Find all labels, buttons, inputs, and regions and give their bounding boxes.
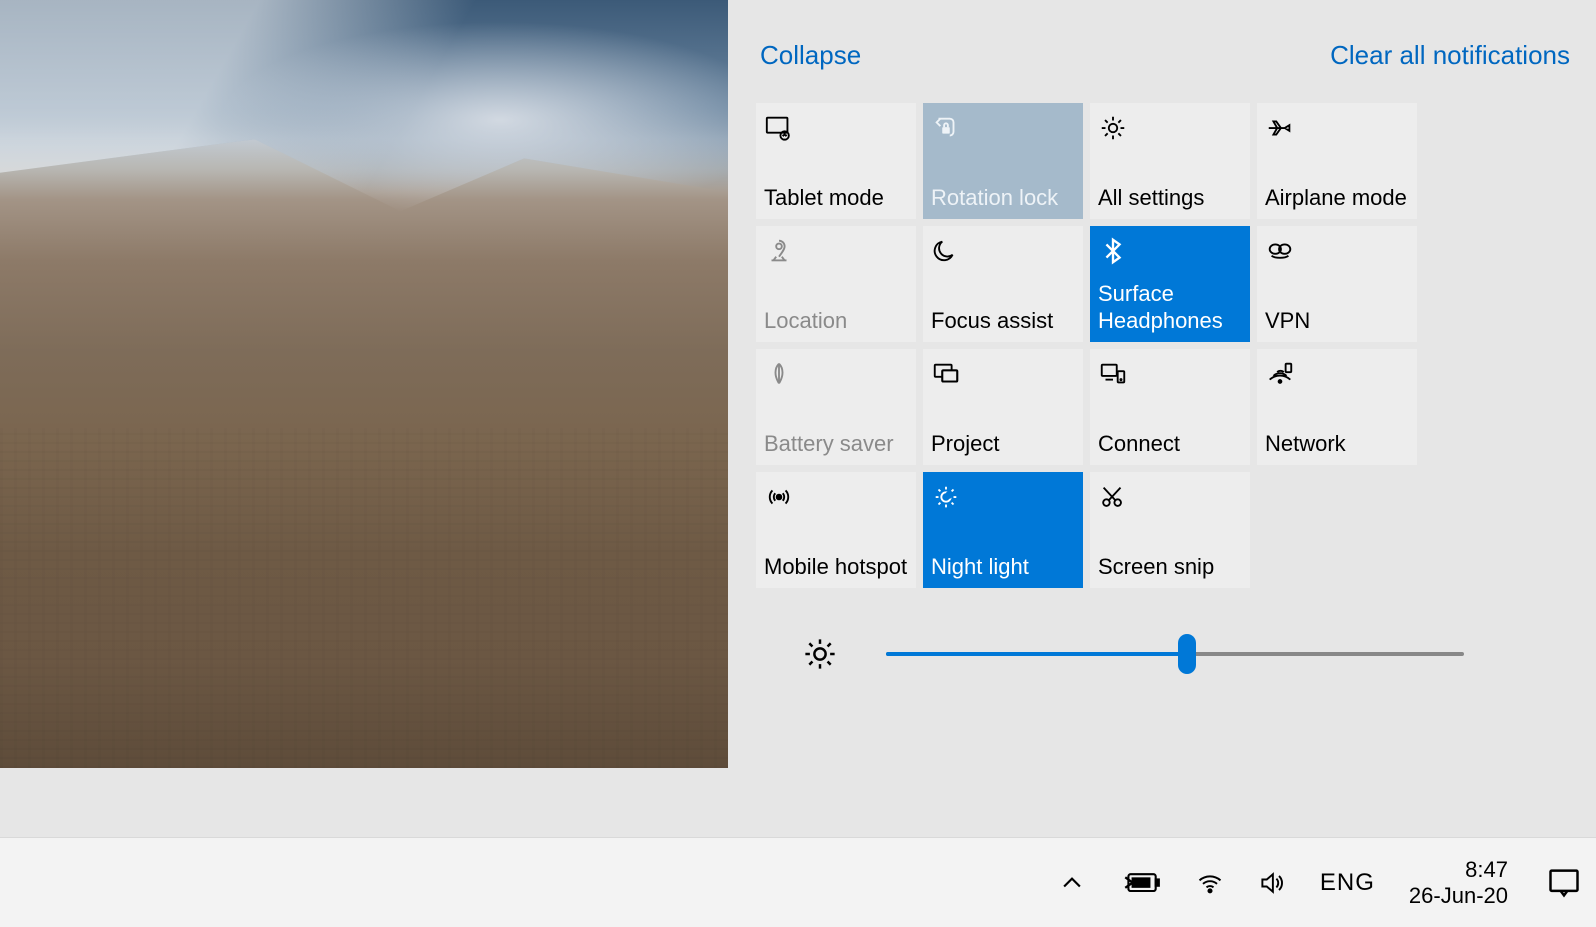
brightness-control [756, 636, 1574, 672]
hotspot-icon [764, 482, 794, 512]
network-icon [1265, 359, 1295, 389]
brightness-slider[interactable] [886, 652, 1464, 656]
location-icon [764, 236, 794, 266]
tile-rotation-lock[interactable]: Rotation lock [923, 103, 1083, 219]
battery-tray-icon[interactable] [1120, 869, 1162, 897]
tile-tablet-mode[interactable]: Tablet mode [756, 103, 916, 219]
wifi-tray-icon[interactable] [1196, 869, 1224, 897]
vpn-icon [1265, 236, 1295, 266]
tile-label: Network [1265, 431, 1409, 457]
desktop-wallpaper[interactable] [0, 0, 728, 768]
tile-label: Connect [1098, 431, 1242, 457]
tile-bluetooth[interactable]: Surface Headphones [1090, 226, 1250, 342]
tile-mobile-hotspot[interactable]: Mobile hotspot [756, 472, 916, 588]
clock-date: 26-Jun-20 [1409, 883, 1508, 908]
tile-label: Project [931, 431, 1075, 457]
brightness-icon [802, 636, 838, 672]
clock[interactable]: 8:47 26-Jun-20 [1409, 857, 1512, 908]
action-center-tray-icon[interactable] [1546, 865, 1582, 901]
tile-label: All settings [1098, 185, 1242, 211]
night-light-icon [931, 482, 961, 512]
tile-connect[interactable]: Connect [1090, 349, 1250, 465]
tile-vpn[interactable]: VPN [1257, 226, 1417, 342]
tile-focus-assist[interactable]: Focus assist [923, 226, 1083, 342]
tile-all-settings[interactable]: All settings [1090, 103, 1250, 219]
tile-label: Focus assist [931, 308, 1075, 334]
bluetooth-icon [1098, 236, 1128, 266]
gear-icon [1098, 113, 1128, 143]
tile-label: Battery saver [764, 431, 908, 457]
clock-time: 8:47 [1465, 857, 1508, 882]
tile-label: VPN [1265, 308, 1409, 334]
tile-location[interactable]: Location [756, 226, 916, 342]
brightness-slider-thumb[interactable] [1178, 634, 1196, 674]
clear-notifications-button[interactable]: Clear all notifications [1330, 40, 1570, 71]
airplane-icon [1265, 113, 1295, 143]
quick-action-tiles: Tablet mode Rotation lock All settings Airp… [756, 103, 1574, 588]
language-indicator[interactable]: ENG [1320, 869, 1375, 897]
snip-icon [1098, 482, 1128, 512]
connect-icon [1098, 359, 1128, 389]
tile-label: Mobile hotspot [764, 554, 908, 580]
tile-label: Rotation lock [931, 185, 1075, 211]
rotation-lock-icon [931, 113, 961, 143]
windows-desktop: Collapse Clear all notifications Tablet … [0, 0, 1596, 927]
leaf-icon [764, 359, 794, 389]
tile-night-light[interactable]: Night light [923, 472, 1083, 588]
tile-project[interactable]: Project [923, 349, 1083, 465]
tray-overflow-button[interactable] [1058, 869, 1086, 897]
tablet-icon [764, 113, 794, 143]
action-center-header: Collapse Clear all notifications [760, 40, 1570, 71]
tile-network[interactable]: Network [1257, 349, 1417, 465]
tile-label: Tablet mode [764, 185, 908, 211]
tile-label: Screen snip [1098, 554, 1242, 580]
collapse-button[interactable]: Collapse [760, 40, 861, 71]
action-center-panel: Collapse Clear all notifications Tablet … [728, 0, 1596, 768]
taskbar[interactable]: ENG 8:47 26-Jun-20 [0, 837, 1596, 927]
tile-label: Location [764, 308, 908, 334]
tile-airplane-mode[interactable]: Airplane mode [1257, 103, 1417, 219]
tile-label: Night light [931, 554, 1075, 580]
project-icon [931, 359, 961, 389]
tile-label: Airplane mode [1265, 185, 1409, 211]
moon-icon [931, 236, 961, 266]
volume-tray-icon[interactable] [1258, 869, 1286, 897]
tile-screen-snip[interactable]: Screen snip [1090, 472, 1250, 588]
tile-battery-saver[interactable]: Battery saver [756, 349, 916, 465]
tile-label: Surface Headphones [1098, 281, 1242, 334]
